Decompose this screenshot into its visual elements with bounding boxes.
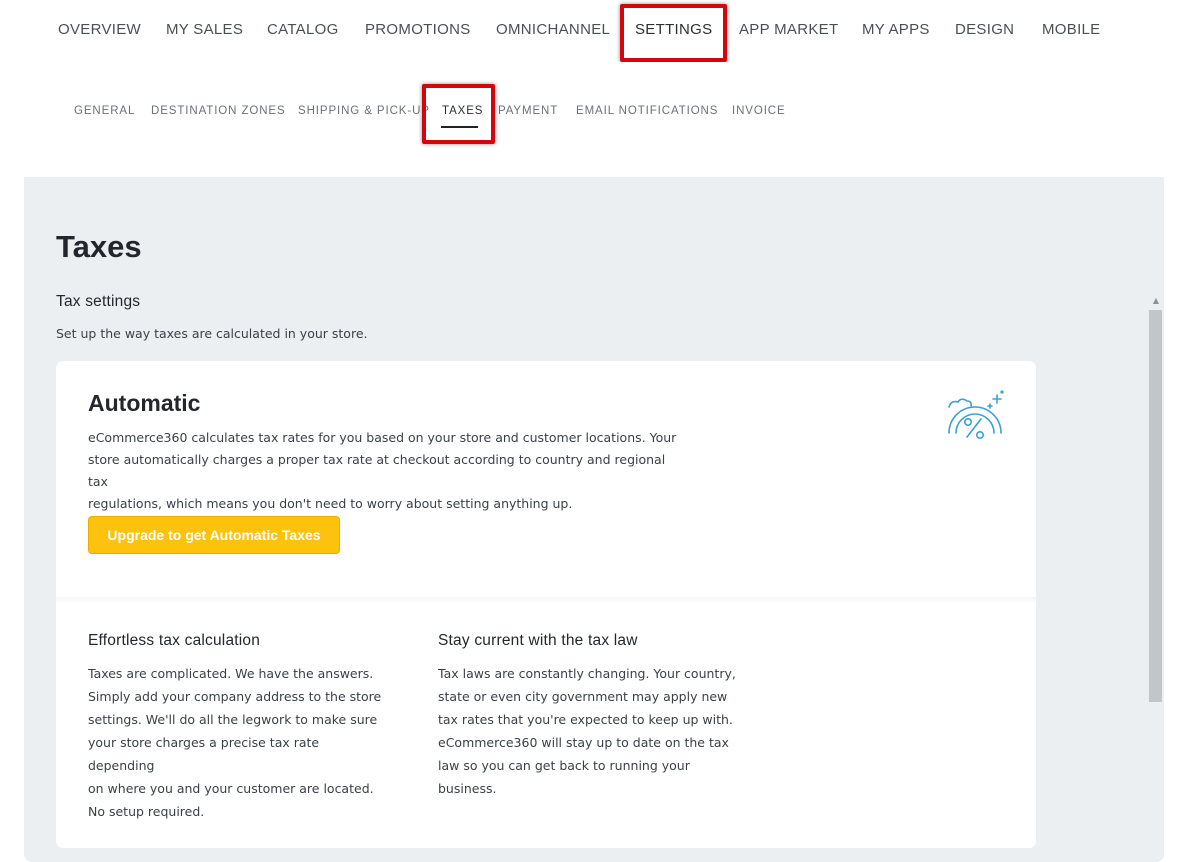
feature-text-line: Simply add your company address to the s… (88, 689, 382, 704)
feature-text-line: law so you can get back to running your (438, 758, 690, 773)
feature-text-line: your store charges a precise tax rate de… (88, 735, 320, 773)
feature-text-line: Taxes are complicated. We have the answe… (88, 666, 374, 681)
feature-text-line: on where you and your customer are locat… (88, 781, 374, 796)
feature-text-line: No setup required. (88, 804, 205, 819)
card-text-line: regulations, which means you don't need … (88, 496, 573, 511)
nav-app-market[interactable]: APP MARKET (739, 21, 838, 38)
subnav-invoice[interactable]: INVOICE (732, 105, 786, 117)
feature-text-line: state or even city government may apply … (438, 689, 728, 704)
feature-text-effortless: Taxes are complicated. We have the answe… (88, 662, 388, 823)
nav-design[interactable]: DESIGN (955, 21, 1014, 38)
nav-promotions[interactable]: PROMOTIONS (365, 21, 471, 38)
settings-subnav: GENERAL DESTINATION ZONES SHIPPING & PIC… (24, 62, 1164, 177)
section-title: Tax settings (56, 293, 141, 310)
section-description: Set up the way taxes are calculated in y… (56, 326, 368, 341)
feature-text-line: eCommerce360 will stay up to date on the… (438, 735, 729, 750)
page-title: Taxes (56, 229, 142, 264)
upgrade-automatic-taxes-button[interactable]: Upgrade to get Automatic Taxes (88, 516, 340, 554)
nav-my-apps[interactable]: MY APPS (862, 21, 930, 38)
card-text-line: store automatically charges a proper tax… (88, 452, 666, 489)
subnav-taxes[interactable]: TAXES (442, 105, 483, 117)
card-title: Automatic (88, 390, 201, 416)
feature-text-line: settings. We'll do all the legwork to ma… (88, 712, 378, 727)
feature-text-line: business. (438, 781, 497, 796)
feature-title-effortless: Effortless tax calculation (88, 632, 261, 649)
nav-settings[interactable]: SETTINGS (635, 21, 712, 38)
subnav-destination-zones[interactable]: DESTINATION ZONES (151, 105, 286, 117)
feature-text-tax-law: Tax laws are constantly changing. Your c… (438, 662, 738, 800)
card-text-line: eCommerce360 calculates tax rates for yo… (88, 430, 677, 445)
card-divider (56, 597, 1036, 603)
scrollbar-thumb[interactable] (1149, 310, 1162, 702)
feature-text-line: tax rates that you're expected to keep u… (438, 712, 733, 727)
nav-omnichannel[interactable]: OMNICHANNEL (496, 21, 610, 38)
automatic-taxes-card: Automatic eCommerce360 calculates tax ra… (56, 361, 1036, 848)
subnav-shipping-pickup[interactable]: SHIPPING & PICK-UP (298, 105, 430, 117)
active-tab-underline (441, 126, 478, 128)
nav-catalog[interactable]: CATALOG (267, 21, 339, 38)
nav-my-sales[interactable]: MY SALES (166, 21, 243, 38)
feature-text-line: Tax laws are constantly changing. Your c… (438, 666, 736, 681)
subnav-payment[interactable]: PAYMENT (498, 105, 558, 117)
subnav-email-notifications[interactable]: EMAIL NOTIFICATIONS (576, 105, 718, 117)
scroll-up-arrow-icon[interactable]: ▲ (1151, 296, 1161, 306)
feature-title-tax-law: Stay current with the tax law (438, 632, 638, 649)
top-navigation: OVERVIEW MY SALES CATALOG PROMOTIONS OMN… (0, 0, 1188, 62)
nav-overview[interactable]: OVERVIEW (58, 21, 141, 38)
main-panel: GENERAL DESTINATION ZONES SHIPPING & PIC… (24, 62, 1164, 862)
subnav-general[interactable]: GENERAL (74, 105, 135, 117)
nav-mobile[interactable]: MOBILE (1042, 21, 1100, 38)
card-description: eCommerce360 calculates tax rates for yo… (88, 427, 688, 515)
tax-percent-gauge-icon (948, 390, 1004, 439)
